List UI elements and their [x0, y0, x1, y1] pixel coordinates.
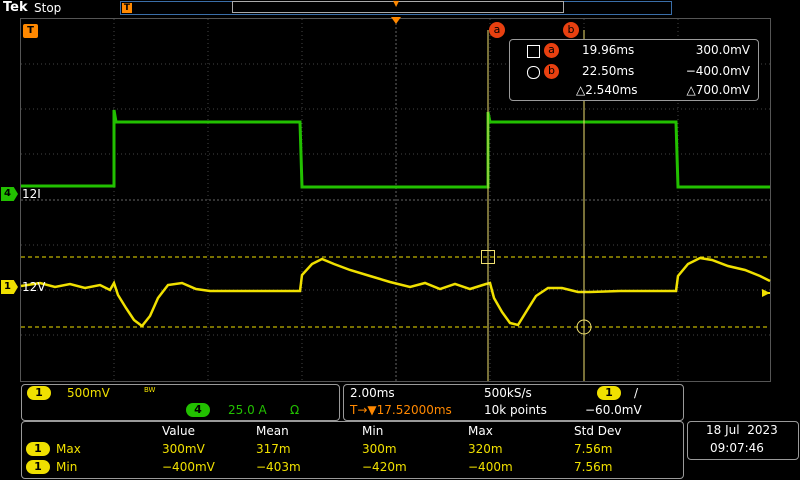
measurement-cell: −400m — [468, 460, 513, 474]
cursor-b-value: −400.0mV — [685, 64, 750, 78]
bandwidth-limit-icon: BW — [144, 386, 156, 394]
trigger-position-delay[interactable]: T→▼17.52000ms — [350, 403, 452, 417]
measurement-cell: −420m — [362, 460, 407, 474]
time-per-division[interactable]: 2.00ms — [350, 386, 395, 400]
measurements-panel[interactable]: Value Mean Min Max Std Dev 1 Max 300mV 3… — [21, 421, 684, 479]
trigger-source-badge[interactable]: 1 — [597, 386, 621, 400]
measurement-row[interactable]: 1 Min −400mV −403m −420m −400m 7.56m — [22, 459, 682, 475]
measurement-header-stddev: Std Dev — [574, 424, 622, 438]
ch1-scale-label: 12V — [22, 280, 46, 294]
trigger-slope-icon: / — [634, 386, 639, 400]
measurement-row-ch-badge: 1 — [26, 460, 50, 474]
datetime-panel: 18 Jul 2023 09:07:46 — [687, 421, 799, 460]
cursor-delta-value: △700.0mV — [686, 83, 750, 97]
cursor-a-handle[interactable]: a — [489, 22, 505, 38]
measurement-header-value: Value — [162, 424, 195, 438]
cursor-a-value: 300.0mV — [695, 43, 750, 57]
cursor-readout-panel: a 19.96ms 300.0mV b 22.50ms −400.0mV △2.… — [509, 39, 759, 101]
measurement-cell: 300m — [362, 442, 397, 456]
ch4-scale-label: 12I — [22, 187, 41, 201]
trigger-level-badge[interactable]: T — [23, 24, 38, 38]
measurement-row-name: Min — [56, 460, 78, 474]
measurement-cell: 317m — [256, 442, 291, 456]
vertical-settings-panel[interactable]: 1 500mV BW 4 25.0 A Ω — [21, 384, 340, 421]
measurement-header-mean: Mean — [256, 424, 289, 438]
cursor-delta-time: △2.540ms — [576, 83, 638, 97]
measurement-cell: 320m — [468, 442, 503, 456]
record-length: 10k points — [484, 403, 547, 417]
ch4-amps-per-div[interactable]: 25.0 A — [228, 403, 267, 417]
cursor-a-badge: a — [544, 43, 559, 58]
sample-rate: 500kS/s — [484, 386, 532, 400]
time-display: 09:07:46 — [710, 441, 764, 455]
trigger-level[interactable]: −60.0mV — [585, 403, 642, 417]
ch1-badge[interactable]: 1 — [27, 386, 51, 400]
measurement-cell: −400mV — [162, 460, 215, 474]
cursor-b-badge: b — [544, 64, 559, 79]
circle-cursor-icon — [527, 66, 540, 79]
cursor-b-time: 22.50ms — [582, 64, 635, 78]
termination-ohm-icon: Ω — [290, 403, 300, 417]
ch4-badge[interactable]: 4 — [186, 403, 210, 417]
ch1-volts-per-div[interactable]: 500mV — [67, 386, 110, 400]
square-cursor-icon — [527, 45, 540, 58]
measurement-cell: −403m — [256, 460, 301, 474]
measurement-row[interactable]: 1 Max 300mV 317m 300m 320m 7.56m — [22, 441, 682, 457]
measurement-row-name: Max — [56, 442, 81, 456]
date-display: 18 Jul 2023 — [706, 423, 778, 437]
measurement-row-ch-badge: 1 — [26, 442, 50, 456]
horizontal-trigger-panel[interactable]: 2.00ms 500kS/s 1 / T→▼17.52000ms 10k poi… — [343, 384, 684, 421]
measurement-header-max: Max — [468, 424, 493, 438]
measurement-cell: 7.56m — [574, 460, 613, 474]
measurement-header-min: Min — [362, 424, 384, 438]
cursor-b-handle[interactable]: b — [563, 22, 579, 38]
measurement-cell: 7.56m — [574, 442, 613, 456]
measurement-cell: 300mV — [162, 442, 205, 456]
cursor-a-time: 19.96ms — [582, 43, 635, 57]
trigger-position-marker — [391, 17, 401, 24]
